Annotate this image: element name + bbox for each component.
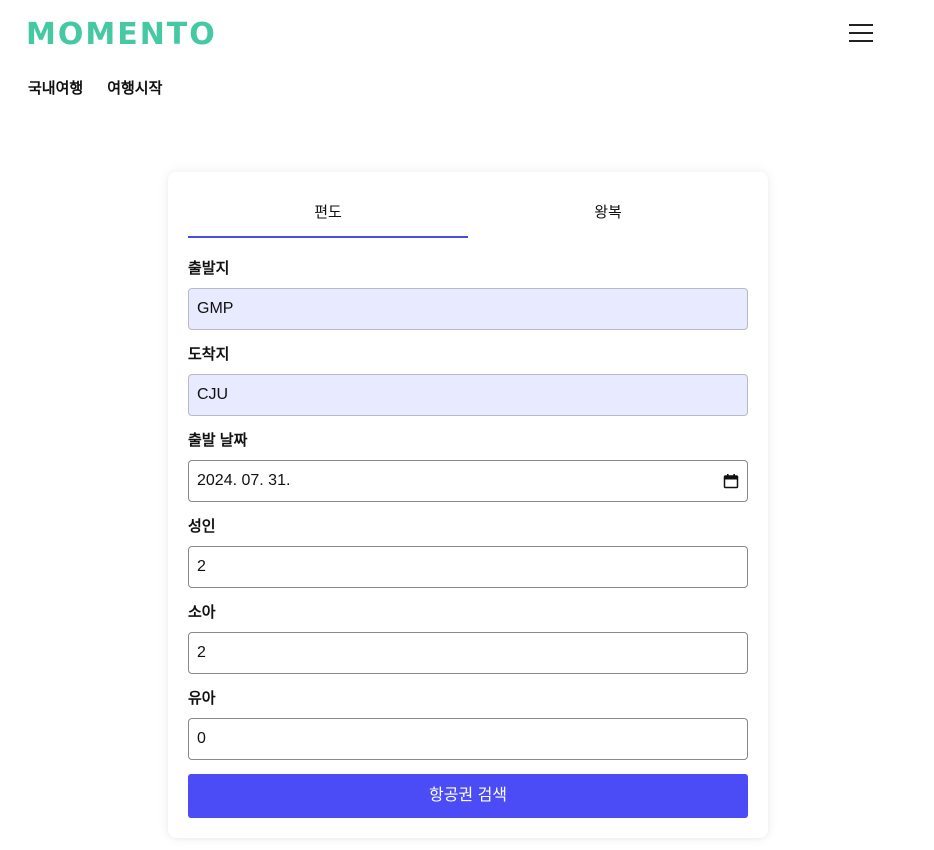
date-input[interactable]: 2024. 07. 31. [188,460,748,502]
hamburger-menu-icon [849,24,873,42]
date-value: 2024. 07. 31. [197,472,291,489]
arrival-label: 도착지 [188,346,230,363]
menu-button[interactable] [848,22,874,44]
flight-search-card: 편도 왕복 출발지 GMP 도착지 CJU 출발 날짜 2024. 07. 31… [168,172,768,838]
arrival-value: CJU [197,386,229,403]
child-label: 소아 [188,604,216,621]
momento-logo[interactable]: MOMENTO [26,17,217,53]
departure-label: 출발지 [188,260,230,277]
infant-count-value: 0 [197,730,206,747]
page: MOMENTO 국내여행 여행시작 편도 왕복 출발지 GMP 도착지 CJU … [0,0,934,850]
infant-label: 유아 [188,690,216,707]
trip-type-tabs: 편도 왕복 [188,196,748,238]
child-count-input[interactable]: 2 [188,632,748,674]
tab-one-way[interactable]: 편도 [188,196,468,238]
main-nav: 국내여행 여행시작 [28,79,162,99]
adult-count-value: 2 [197,558,206,575]
adult-label: 성인 [188,518,216,535]
departure-field-group: 출발지 GMP [188,260,748,330]
infant-count-input[interactable]: 0 [188,718,748,760]
departure-input[interactable]: GMP [188,288,748,330]
infant-field-group: 유아 0 [188,690,748,760]
date-label: 출발 날짜 [188,432,248,449]
date-field-group: 출발 날짜 2024. 07. 31. [188,432,748,502]
adult-field-group: 성인 2 [188,518,748,588]
nav-item-domestic-travel[interactable]: 국내여행 [28,79,83,99]
adult-count-input[interactable]: 2 [188,546,748,588]
calendar-icon[interactable] [723,473,739,489]
arrival-field-group: 도착지 CJU [188,346,748,416]
search-flights-button[interactable]: 항공권 검색 [188,774,748,818]
child-field-group: 소아 2 [188,604,748,674]
nav-item-start-trip[interactable]: 여행시작 [107,79,162,99]
arrival-input[interactable]: CJU [188,374,748,416]
departure-value: GMP [197,300,234,317]
tab-round-trip[interactable]: 왕복 [468,196,748,238]
header: MOMENTO [0,0,934,70]
child-count-value: 2 [197,644,206,661]
